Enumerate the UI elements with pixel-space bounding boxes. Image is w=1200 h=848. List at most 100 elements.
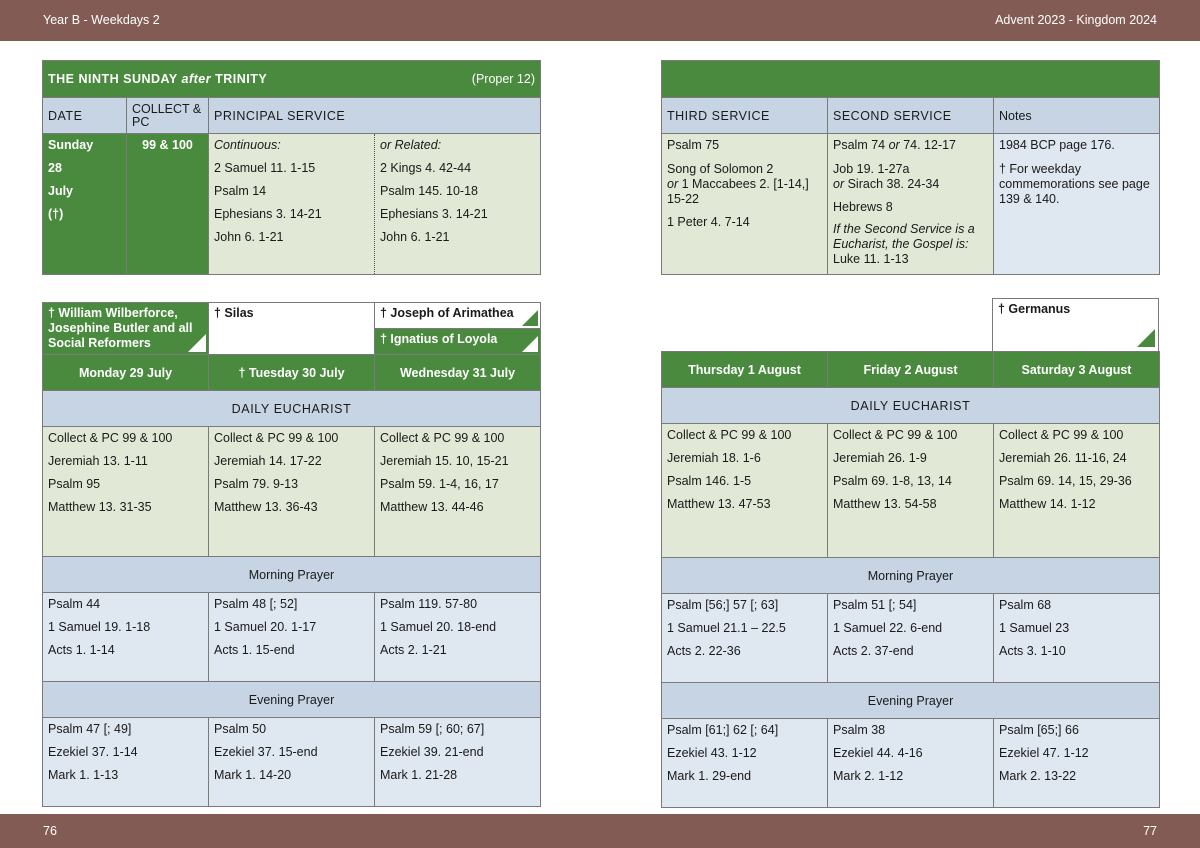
eucharist-cell: Collect & PC 99 & 100 Jeremiah 13. 1-11 …	[42, 426, 209, 557]
notes-cell: 1984 BCP page 176. † For weekday commemo…	[992, 133, 1161, 275]
reading: 1 Samuel 20. 18-end	[380, 620, 497, 634]
reading: Matthew 13. 36-43	[214, 500, 318, 514]
note-line: † For weekday commemorations see page 13…	[999, 162, 1150, 206]
sunday-table: THE NINTH SUNDAY after TRINITY (Proper 1…	[41, 60, 542, 275]
reading: Ezekiel 47. 1-12	[999, 746, 1089, 760]
reading: Ephesians 3. 14-21	[214, 207, 322, 221]
day-header: Saturday 3 August	[993, 351, 1160, 388]
sunday-title-cell: THE NINTH SUNDAY after TRINITY (Proper 1…	[41, 60, 542, 98]
reading: Psalm 47 [; 49]	[48, 722, 132, 736]
reading: Psalm 38	[833, 723, 886, 737]
reading: Luke 11. 1-13	[833, 252, 909, 266]
continuous-label: Continuous:	[214, 138, 281, 152]
evening-cell: Psalm 50 Ezekiel 37. 15-end Mark 1. 14-2…	[208, 717, 375, 807]
reading: 15-22	[667, 192, 699, 206]
note-line: 1984 BCP page 176.	[999, 138, 1115, 152]
col-third-service: THIRD SERVICE	[661, 97, 828, 134]
day-header: Monday 29 July	[42, 354, 209, 391]
reading: Jeremiah 14. 17-22	[214, 454, 322, 468]
reading: Mark 1. 14-20	[214, 768, 292, 782]
commemoration-wednesday-2: † Ignatius of Loyola	[374, 328, 541, 355]
header-right-title: Advent 2023 - Kingdom 2024	[995, 13, 1157, 27]
morning-prayer-label: Morning Prayer	[661, 557, 1160, 594]
morning-cell: Psalm 68 1 Samuel 23 Acts 3. 1-10	[993, 593, 1160, 683]
reading: Psalm [56;] 57 [; 63]	[667, 598, 779, 612]
col-second-service: SECOND SERVICE	[827, 97, 994, 134]
morning-prayer-label: Morning Prayer	[42, 556, 541, 593]
reading: Acts 3. 1-10	[999, 644, 1066, 658]
page-number-left: 76	[43, 824, 57, 838]
related-cell: or Related: 2 Kings 4. 42-44 Psalm 145. …	[373, 133, 542, 275]
reading: Psalm 50	[214, 722, 267, 736]
daily-eucharist-label: DAILY EUCHARIST	[42, 390, 541, 427]
reading: Ephesians 3. 14-21	[380, 207, 488, 221]
reading: Collect & PC 99 & 100	[214, 431, 339, 445]
reading: or 1 Maccabees 2. [1-14,]	[667, 177, 809, 191]
reading: Psalm 68	[999, 598, 1052, 612]
reading: Jeremiah 15. 10, 15-21	[380, 454, 509, 468]
reading: 2 Kings 4. 42-44	[380, 161, 472, 175]
page-number-right: 77	[1143, 824, 1157, 838]
reading: Collect & PC 99 & 100	[380, 431, 505, 445]
reading: Acts 2. 37-end	[833, 644, 914, 658]
reading: Psalm 69. 14, 15, 29-36	[999, 474, 1132, 488]
third-service-cell: Psalm 75 Song of Solomon 2 or 1 Maccabee…	[661, 133, 828, 275]
reading: Matthew 13. 31-35	[48, 500, 152, 514]
other-services-title-cell	[660, 60, 1161, 98]
reading: Collect & PC 99 & 100	[999, 428, 1124, 442]
reading: Psalm 59 [; 60; 67]	[380, 722, 485, 736]
other-services-table: THIRD SERVICE SECOND SERVICE Notes Psalm…	[660, 60, 1161, 275]
reading: Psalm 145. 10-18	[380, 184, 478, 198]
sunday-collect-cell: 99 & 100	[126, 133, 209, 275]
second-service-cell: Psalm 74 or 74. 12-17 Job 19. 1-27a or S…	[827, 133, 994, 275]
reading: Collect & PC 99 & 100	[48, 431, 173, 445]
morning-cell: Psalm 51 [; 54] 1 Samuel 22. 6-end Acts …	[827, 593, 994, 683]
corner-marker-icon	[188, 334, 206, 352]
header-left-title: Year B - Weekdays 2	[43, 13, 160, 27]
day-header: Thursday 1 August	[661, 351, 828, 388]
morning-cell: Psalm [56;] 57 [; 63] 1 Samuel 21.1 – 22…	[661, 593, 828, 683]
reading: Ezekiel 44. 4-16	[833, 746, 923, 760]
day-header: † Tuesday 30 July	[208, 354, 375, 391]
reading: Psalm [61;] 62 [; 64]	[667, 723, 779, 737]
eucharist-cell: Collect & PC 99 & 100 Jeremiah 15. 10, 1…	[374, 426, 541, 557]
reading: Matthew 13. 47-53	[667, 497, 771, 511]
header-band: Year B - Weekdays 2 Advent 2023 - Kingdo…	[0, 0, 1200, 41]
evening-prayer-label: Evening Prayer	[42, 681, 541, 718]
reading: Psalm 59. 1-4, 16, 17	[380, 477, 499, 491]
reading: 1 Samuel 19. 1-18	[48, 620, 151, 634]
day-header: Friday 2 August	[827, 351, 994, 388]
eucharist-cell: Collect & PC 99 & 100 Jeremiah 26. 11-16…	[993, 423, 1160, 558]
eucharist-cell: Collect & PC 99 & 100 Jeremiah 26. 1-9 P…	[827, 423, 994, 558]
reading: Hebrews 8	[833, 200, 893, 214]
date-line: July	[48, 184, 74, 198]
reading: Matthew 13. 54-58	[833, 497, 937, 511]
reading: Acts 1. 1-14	[48, 643, 115, 657]
reading: John 6. 1-21	[380, 230, 450, 244]
commemoration-monday: † William Wilberforce, Josephine Butler …	[42, 302, 209, 355]
corner-marker-icon	[522, 310, 538, 326]
reading: Jeremiah 18. 1-6	[667, 451, 761, 465]
continuous-cell: Continuous: 2 Samuel 11. 1-15 Psalm 14 E…	[208, 133, 375, 275]
col-date: DATE	[42, 97, 127, 134]
date-line: (†)	[48, 207, 64, 221]
right-week-table: Thursday 1 August Friday 2 August Saturd…	[661, 351, 1160, 808]
reading: Mark 2. 1-12	[833, 769, 904, 783]
commemoration-wednesday-1: † Joseph of Arimathea	[374, 302, 541, 329]
sunday-title: THE NINTH SUNDAY after TRINITY	[48, 72, 268, 86]
evening-cell: Psalm [65;] 66 Ezekiel 47. 1-12 Mark 2. …	[993, 718, 1160, 808]
reading: Collect & PC 99 & 100	[833, 428, 958, 442]
evening-cell: Psalm 47 [; 49] Ezekiel 37. 1-14 Mark 1.…	[42, 717, 209, 807]
reading: Job 19. 1-27a	[833, 162, 910, 176]
reading: Song of Solomon 2	[667, 162, 774, 176]
reading: Psalm 48 [; 52]	[214, 597, 298, 611]
reading: Mark 1. 21-28	[380, 768, 458, 782]
commemoration-saturday: † Germanus	[992, 298, 1159, 351]
reading: Matthew 14. 1-12	[999, 497, 1096, 511]
sunday-date-cell: Sunday 28 July (†)	[42, 133, 127, 275]
reading: Mark 1. 29-end	[667, 769, 752, 783]
date-line: Sunday	[48, 138, 94, 152]
reading: Mark 1. 1-13	[48, 768, 119, 782]
col-notes: Notes	[992, 97, 1161, 134]
reading: Psalm 75	[667, 138, 720, 152]
